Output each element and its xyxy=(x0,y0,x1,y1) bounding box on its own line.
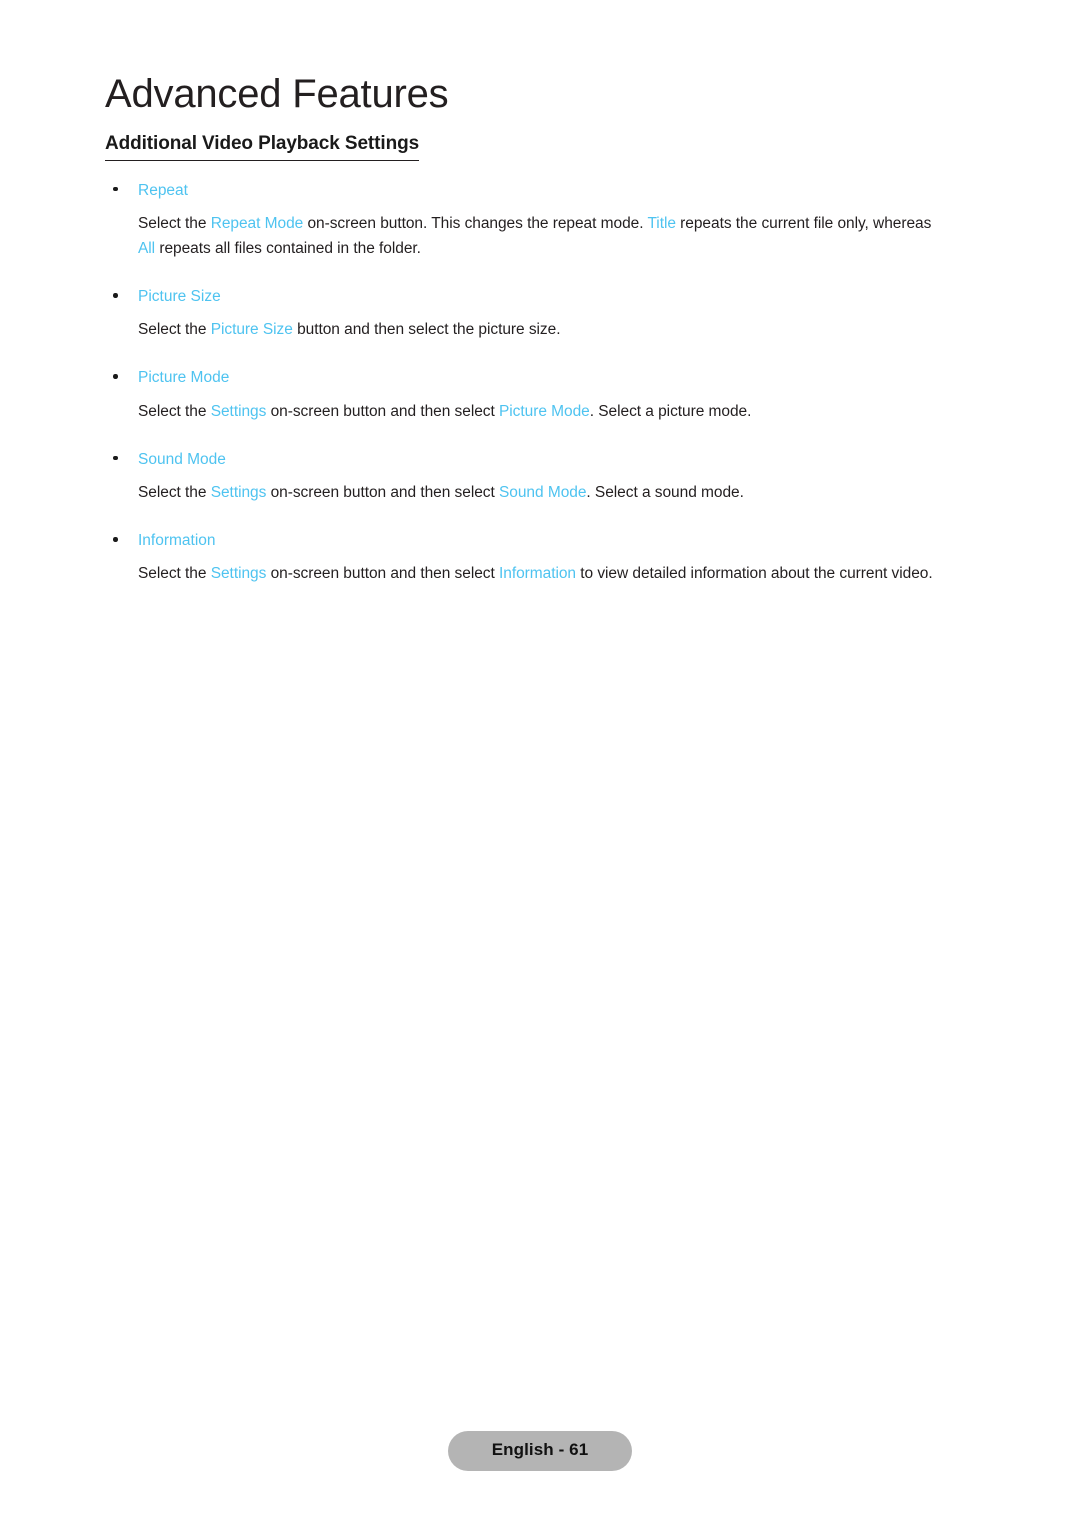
bullet-item-repeat: Repeat xyxy=(105,179,937,202)
paragraph-picture-mode: Select the Settings on-screen button and… xyxy=(138,399,937,424)
paragraph-repeat: Select the Repeat Mode on-screen button.… xyxy=(138,211,937,261)
term-picture-mode: Picture Mode xyxy=(499,402,590,420)
term-sound-mode: Sound Mode xyxy=(499,484,587,502)
term-picture-size: Picture Size xyxy=(210,321,293,339)
term-information: Information xyxy=(499,565,576,583)
bullet-dot-icon xyxy=(113,537,118,542)
text-fragment: Select the xyxy=(138,484,211,502)
text-fragment: . Select a sound mode. xyxy=(586,484,744,502)
section-heading-wrap: Additional Video Playback Settings xyxy=(105,133,937,161)
paragraph-picture-size: Select the Picture Size button and then … xyxy=(138,317,937,342)
paragraph-sound-mode: Select the Settings on-screen button and… xyxy=(138,480,937,505)
page-content: Advanced Features Additional Video Playb… xyxy=(105,72,937,587)
text-fragment: button and then select the picture size. xyxy=(292,321,561,339)
text-fragment: on-screen button and then select xyxy=(266,484,499,502)
bullet-item-picture-size: Picture Size xyxy=(105,285,937,308)
bullet-item-picture-mode: Picture Mode xyxy=(105,366,937,389)
term-title: Title xyxy=(647,214,676,232)
text-fragment: Select the xyxy=(138,321,211,339)
section-heading: Additional Video Playback Settings xyxy=(105,133,419,161)
chapter-title: Advanced Features xyxy=(105,72,449,116)
text-fragment: Select the xyxy=(138,402,211,420)
manual-page: Advanced Features Additional Video Playb… xyxy=(0,0,1080,1519)
bullet-label-picture-size: Picture Size xyxy=(138,288,221,306)
term-settings: Settings xyxy=(210,402,267,420)
term-repeat-mode: Repeat Mode xyxy=(210,214,304,232)
bullet-dot-icon xyxy=(113,186,118,192)
term-settings: Settings xyxy=(210,565,267,583)
settings-list: Repeat Select the Repeat Mode on-screen … xyxy=(105,179,937,587)
text-fragment: Select the xyxy=(138,214,211,232)
paragraph-information: Select the Settings on-screen button and… xyxy=(138,561,937,586)
bullet-dot-icon xyxy=(113,293,118,298)
text-fragment: repeats all files contained in the folde… xyxy=(155,239,421,257)
bullet-item-sound-mode: Sound Mode xyxy=(105,448,937,471)
bullet-dot-icon xyxy=(113,455,118,461)
bullet-label-information: Information xyxy=(138,532,216,550)
bullet-label-sound-mode: Sound Mode xyxy=(138,450,226,468)
page-number-badge: English - 61 xyxy=(447,1431,633,1472)
bullet-label-picture-mode: Picture Mode xyxy=(138,369,230,387)
page-footer: English - 61 xyxy=(0,1431,1080,1472)
text-fragment: on-screen button and then select xyxy=(266,565,499,583)
text-fragment: Select the xyxy=(138,565,211,583)
bullet-item-information: Information xyxy=(105,529,937,552)
text-fragment: on-screen button. This changes the repea… xyxy=(303,214,648,232)
text-fragment: to view detailed information about the c… xyxy=(576,565,933,583)
term-all: All xyxy=(138,239,156,257)
text-fragment: on-screen button and then select xyxy=(266,402,499,420)
bullet-dot-icon xyxy=(113,374,118,379)
text-fragment: repeats the current file only, whereas xyxy=(675,214,932,232)
bullet-label-repeat: Repeat xyxy=(138,181,188,199)
term-settings: Settings xyxy=(210,484,267,502)
text-fragment: . Select a picture mode. xyxy=(589,402,752,420)
